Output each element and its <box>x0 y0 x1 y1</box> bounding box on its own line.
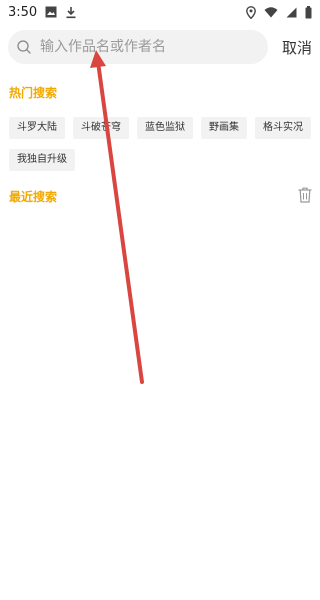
search-input[interactable] <box>38 38 268 56</box>
trash-icon[interactable] <box>298 187 312 203</box>
recent-search-title: 最近搜索 <box>9 190 58 204</box>
hot-search-tag[interactable]: 蓝色监狱 <box>137 117 193 139</box>
status-bar-left: 3:50 <box>8 5 77 20</box>
signal-icon <box>286 7 297 18</box>
hot-search-tag[interactable]: 斗罗大陆 <box>9 117 65 139</box>
hot-search-tag[interactable]: 我独自升级 <box>9 149 75 171</box>
cancel-button[interactable]: 取消 <box>268 37 312 58</box>
location-icon <box>246 5 256 19</box>
download-icon <box>65 6 77 19</box>
search-row: 取消 <box>8 30 312 64</box>
wifi-icon <box>264 6 278 18</box>
search-icon <box>16 39 32 55</box>
hot-search-tag[interactable]: 斗破苍穹 <box>73 117 129 139</box>
status-bar: 3:50 <box>0 0 320 24</box>
hot-search-title: 热门搜索 <box>9 86 58 100</box>
hot-search-tags: 斗罗大陆 斗破苍穹 蓝色监狱 野画集 格斗实况 我独自升级 <box>9 117 314 171</box>
status-bar-right <box>246 5 312 19</box>
hot-search-tag[interactable]: 野画集 <box>201 117 247 139</box>
battery-icon <box>305 5 312 19</box>
image-icon <box>45 6 57 18</box>
hot-search-tag[interactable]: 格斗实况 <box>255 117 311 139</box>
search-box[interactable] <box>8 30 268 64</box>
status-time: 3:50 <box>8 4 38 20</box>
